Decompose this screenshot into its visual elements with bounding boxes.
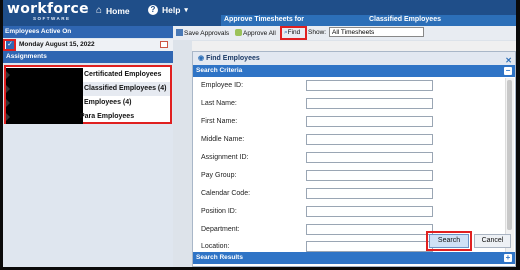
assignment-id-input[interactable] [306,152,433,163]
assignment-item[interactable]: Para Employees [6,110,170,124]
show-select-value: All Timesheets [332,29,375,36]
highlight-box-checkbox [3,39,16,51]
field-label: First Name: [201,118,238,125]
eye-icon: ◉ [198,55,205,62]
field-label: Employee ID: [201,82,244,89]
calendar-code-input[interactable] [306,188,433,199]
expand-arrow-icon[interactable] [6,99,10,107]
expand-arrow-icon[interactable] [6,71,10,79]
field-label: Assignment ID: [201,154,249,161]
form-row-first-name: First Name: [194,114,504,130]
assignment-item[interactable]: Certificated Employees [6,68,170,82]
expand-icon[interactable]: + [504,254,512,262]
form-row-employee-id: Employee ID: [194,78,504,94]
show-select[interactable]: All Timesheets [329,27,424,37]
department-input[interactable] [306,224,433,235]
redacted-block [6,68,83,82]
field-label: Position ID: [201,208,237,215]
search-criteria-header[interactable]: Search Criteria − [193,65,515,77]
active-date-row: ✓ Monday August 15, 2022 [3,39,173,51]
show-label: Show: [308,29,327,36]
field-label: Calendar Code: [201,190,251,197]
last-name-input[interactable] [306,98,433,109]
search-results-header[interactable]: Search Results + [193,252,515,264]
approve-all-button[interactable]: Approve All [235,29,276,37]
assignments-list: Certificated Employees Classified Employ… [4,65,172,124]
chevron-down-icon: ▾ [184,7,188,14]
logo-subtitle: SOFTWARE [33,16,71,21]
highlight-box-find [280,26,307,40]
employees-active-header: Employees Active On [3,26,173,38]
form-scrollbar[interactable] [505,78,514,252]
field-label: Department: [201,226,240,233]
redacted-block [6,96,83,110]
field-label: Middle Name: [201,136,245,143]
assignment-label: Para Employees [80,113,135,120]
form-row-assignment-id: Assignment ID: [194,150,504,166]
scrollbar-thumb[interactable] [507,80,512,230]
field-label: Last Name: [201,100,237,107]
assignment-item[interactable]: Classified Employees (4) [6,82,170,96]
collapse-icon[interactable]: − [504,67,512,75]
form-row-pay-group: Pay Group: [194,168,504,184]
assignment-item[interactable]: Employees (4) [6,96,170,110]
form-row-position-id: Position ID: [194,204,504,220]
search-criteria-label: Search Criteria [196,67,243,74]
help-nav-item[interactable]: ? Help ▾ [148,5,188,15]
assignments-header: Assignments [3,51,173,63]
pay-group-input[interactable] [306,170,433,181]
approve-icon [235,29,242,36]
save-approvals-label: Save Approvals [184,30,230,37]
find-employees-dialog: ◉ Find Employees ✕ Search Criteria − Emp… [192,51,516,267]
field-label: Pay Group: [201,172,237,179]
toolbar: Save Approvals Approve All ⌕Find Show: A… [173,26,516,40]
field-label: Location: [201,243,230,250]
dialog-title-bar: ◉ Find Employees ✕ [193,52,515,65]
dialog-title: Find Employees [206,55,260,62]
form-row-middle-name: Middle Name: [194,132,504,148]
home-icon: ⌂ [96,5,103,16]
save-icon [176,29,183,36]
first-name-input[interactable] [306,116,433,127]
approve-header-strip: Approve Timesheets for Classified Employ… [221,15,516,26]
approve-header-title: Approve Timesheets for [224,16,305,23]
assignment-label: Employees (4) [84,99,132,106]
employee-id-input[interactable] [306,80,433,91]
top-navigation-bar: workforce SOFTWARE ⌂ Home ? Help ▾ Appro… [3,0,516,26]
location-input[interactable] [306,241,433,252]
assignment-label: Certificated Employees [84,71,162,78]
form-row-calendar-code: Calendar Code: [194,186,504,202]
form-row-last-name: Last Name: [194,96,504,112]
expand-arrow-icon[interactable] [6,113,10,121]
cancel-button[interactable]: Cancel [474,234,511,248]
calendar-icon[interactable] [160,41,168,48]
workforce-logo[interactable]: workforce [7,2,89,17]
highlight-box-search [426,231,472,251]
redacted-block [6,110,83,124]
app-frame: workforce SOFTWARE ⌂ Home ? Help ▾ Appro… [3,0,516,267]
help-nav-label: Help [162,5,181,15]
home-nav-item[interactable]: ⌂ Home [96,5,130,16]
approve-all-label: Approve All [243,30,276,37]
assignment-label: Classified Employees (4) [84,85,167,92]
search-results-label: Search Results [196,254,243,261]
expand-arrow-icon[interactable] [6,85,10,93]
home-nav-label: Home [106,5,130,16]
position-id-input[interactable] [306,206,433,217]
content-top-strip [192,41,516,51]
save-approvals-button[interactable]: Save Approvals [176,29,229,37]
redacted-block [6,82,83,96]
middle-name-input[interactable] [306,134,433,145]
approve-header-group: Classified Employees [369,16,441,23]
active-date: Monday August 15, 2022 [19,41,95,48]
help-icon: ? [148,5,158,15]
